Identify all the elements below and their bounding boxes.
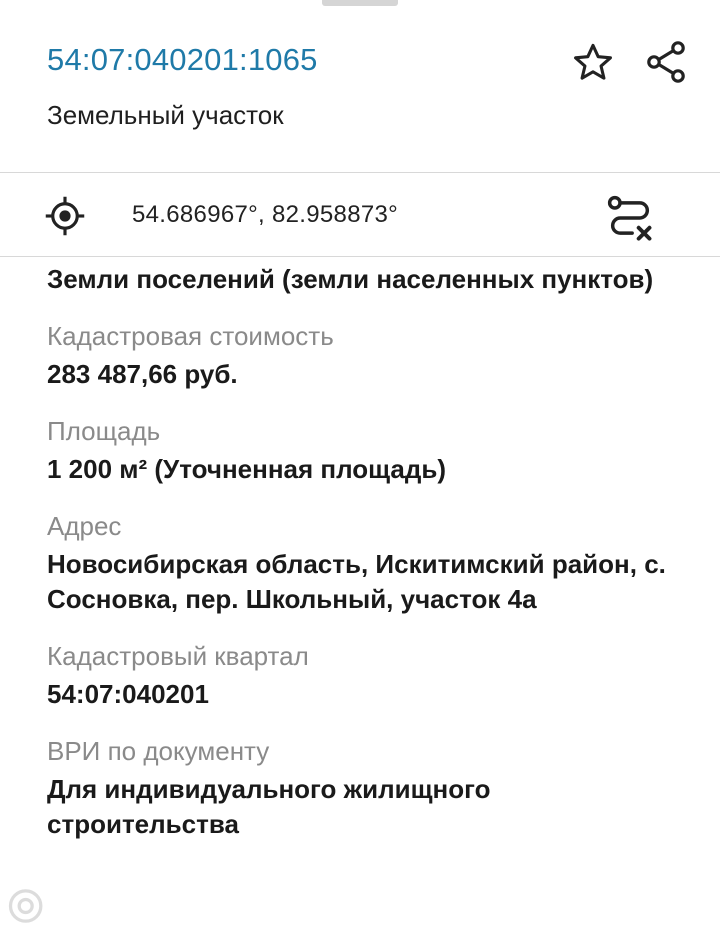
favorite-button[interactable] <box>566 38 620 88</box>
star-icon <box>574 43 612 80</box>
field-cadastral-quarter: Кадастровый квартал 54:07:040201 <box>47 639 677 712</box>
field-label: Адрес <box>47 511 122 541</box>
field-value: 1 200 м² (Уточненная площадь) <box>47 454 447 484</box>
coordinates-divider <box>0 256 720 257</box>
details-content: Земли поселений (земли населенных пункто… <box>47 258 677 842</box>
field-cadastral-value: Кадастровая стоимость 283 487,66 руб. <box>47 319 677 392</box>
field-label: Кадастровая стоимость <box>47 321 334 351</box>
land-category: Земли поселений (земли населенных пункто… <box>47 264 654 294</box>
field-label: ВРИ по документу <box>47 736 270 766</box>
field-value: Новосибирская область, Искитимский район… <box>47 549 666 614</box>
route-icon[interactable] <box>604 192 656 244</box>
field-label: Кадастровый квартал <box>47 641 309 671</box>
field-label: Площадь <box>47 416 161 446</box>
field-value: 283 487,66 руб. <box>47 359 238 389</box>
field-value: Для индивидуального жилищного строительс… <box>47 774 491 839</box>
share-button[interactable] <box>638 36 694 88</box>
field-area: Площадь 1 200 м² (Уточненная площадь) <box>47 414 677 487</box>
coordinates-text: 54.686967°, 82.958873° <box>132 201 399 228</box>
object-type: Земельный участок <box>47 100 284 130</box>
header-divider <box>0 172 720 173</box>
cadastral-info-panel: 54:07:040201:1065 Земельный участок 54.6… <box>0 0 720 932</box>
coordinates-row: 54.686967°, 82.958873° <box>0 174 720 256</box>
share-icon <box>647 41 685 83</box>
field-address: Адрес Новосибирская область, Искитимский… <box>47 509 677 617</box>
crosshair-icon[interactable] <box>44 195 86 237</box>
watermark-logo-icon <box>8 889 43 923</box>
field-value: 54:07:040201 <box>47 679 209 709</box>
cadastral-number-link[interactable]: 54:07:040201:1065 <box>47 42 318 78</box>
panel-header: 54:07:040201:1065 Земельный участок <box>0 0 720 172</box>
field-permitted-use: ВРИ по документу Для индивидуального жил… <box>47 734 677 842</box>
